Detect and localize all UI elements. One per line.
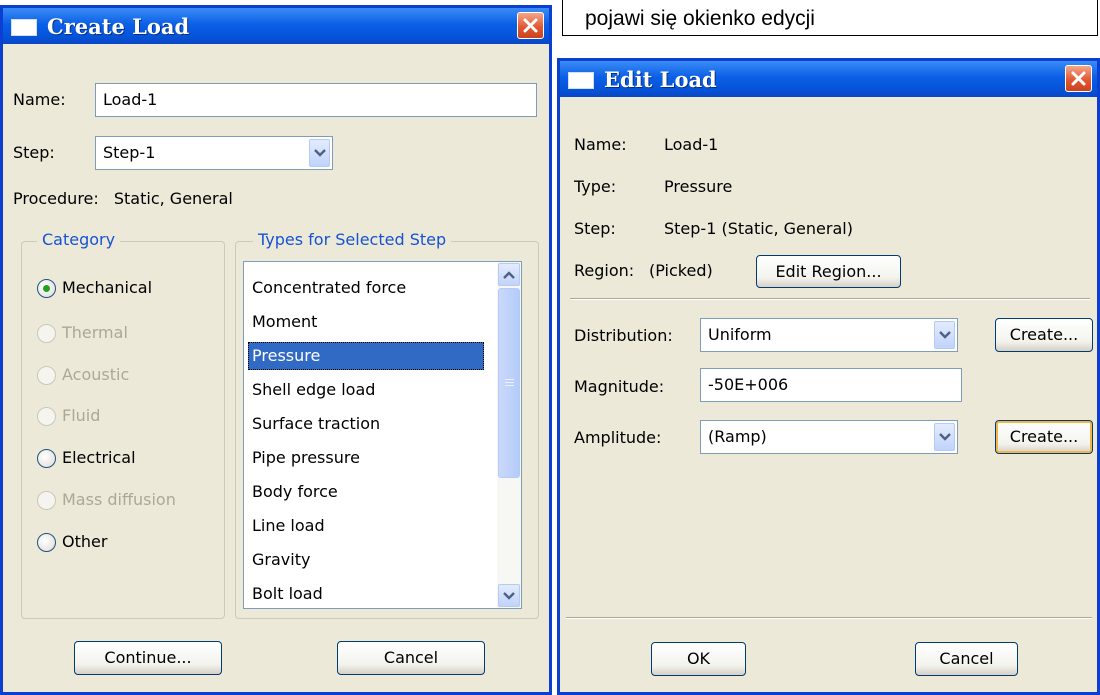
scroll-up-button[interactable]	[498, 263, 520, 286]
radio-button	[37, 324, 56, 343]
chevron-down-icon	[314, 149, 326, 157]
magnitude-input[interactable]: -50E+006	[700, 368, 962, 402]
window-icon	[568, 72, 594, 89]
step-select[interactable]: Step-1	[95, 136, 333, 170]
create-cancel-button[interactable]: Cancel	[337, 641, 485, 675]
edit-type-label: Type:	[574, 177, 617, 196]
edit-name-label: Name:	[574, 135, 627, 154]
edit-region-label: Region:	[574, 261, 635, 280]
category-option-label: Thermal	[62, 323, 128, 342]
distribution-select-value: Uniform	[708, 325, 772, 344]
category-option-label: Fluid	[62, 406, 101, 425]
list-item[interactable]: Bolt load	[248, 580, 484, 608]
edit-load-bottom-separator	[566, 617, 1092, 619]
chevron-down-icon	[939, 433, 951, 441]
name-label: Name:	[13, 90, 66, 109]
scroll-down-button[interactable]	[498, 584, 520, 607]
edit-load-titlebar[interactable]: Edit Load	[560, 61, 1097, 97]
radio-button	[37, 366, 56, 385]
edit-load-dialog: Edit Load Name: Load-1 Type: Pressure St…	[557, 58, 1100, 695]
list-item[interactable]: Pressure	[248, 342, 484, 370]
edit-load-close-button[interactable]	[1065, 65, 1092, 92]
list-item[interactable]: Pipe pressure	[248, 444, 484, 472]
chevron-down-icon	[503, 592, 515, 600]
category-option-label: Electrical	[62, 448, 136, 467]
create-load-titlebar[interactable]: Create Load	[3, 8, 549, 44]
amplitude-dropdown-button[interactable]	[934, 423, 955, 451]
scroll-thumb[interactable]	[498, 288, 520, 478]
radio-button	[37, 491, 56, 510]
procedure-label: Procedure: Static, General	[13, 189, 233, 208]
procedure-label-text: Procedure:	[13, 189, 99, 208]
chevron-up-icon	[503, 271, 515, 279]
radio-button	[37, 407, 56, 426]
distribution-select[interactable]: Uniform	[700, 318, 958, 352]
edit-load-separator	[570, 298, 1090, 300]
edit-region-button[interactable]: Edit Region...	[756, 255, 901, 288]
chevron-down-icon	[939, 331, 951, 339]
category-group: Category	[21, 230, 225, 619]
amplitude-create-button[interactable]: Create...	[995, 420, 1093, 454]
edit-type-value: Pressure	[664, 177, 733, 196]
create-load-dialog: Create Load Name: Load-1 Step: Step-1 Pr…	[0, 5, 552, 695]
category-option-label: Acoustic	[62, 365, 130, 384]
step-dropdown-button[interactable]	[309, 139, 330, 167]
close-icon	[1071, 71, 1086, 86]
continue-button[interactable]: Continue...	[74, 641, 222, 675]
edit-region-value: (Picked)	[649, 261, 713, 280]
magnitude-label: Magnitude:	[574, 377, 665, 396]
ok-button[interactable]: OK	[651, 642, 746, 676]
procedure-value: Static, General	[113, 189, 233, 208]
amplitude-label: Amplitude:	[574, 428, 662, 447]
distribution-create-button[interactable]: Create...	[995, 318, 1093, 352]
edit-load-title: Edit Load	[604, 67, 717, 92]
close-icon	[523, 18, 538, 33]
amplitude-select[interactable]: (Ramp)	[700, 420, 958, 454]
category-group-title: Category	[37, 230, 121, 249]
amplitude-select-value: (Ramp)	[708, 427, 767, 446]
list-item[interactable]: Moment	[248, 308, 484, 336]
list-item[interactable]: Shell edge load	[248, 376, 484, 404]
types-scrollbar[interactable]	[497, 262, 521, 608]
radio-button[interactable]	[37, 279, 56, 298]
edit-name-value: Load-1	[664, 135, 719, 154]
category-option-label: Mass diffusion	[62, 490, 176, 509]
step-label: Step:	[13, 143, 55, 162]
edit-step-label: Step:	[574, 219, 616, 238]
types-listbox[interactable]: Concentrated force Moment Pressure Shell ed…	[243, 261, 522, 609]
radio-button[interactable]	[37, 533, 56, 552]
list-item[interactable]: Surface traction	[248, 410, 484, 438]
types-group-title: Types for Selected Step	[253, 230, 452, 249]
list-item[interactable]: Gravity	[248, 546, 484, 574]
edit-cancel-button[interactable]: Cancel	[915, 642, 1018, 676]
list-item[interactable]: Line load	[248, 512, 484, 540]
list-item[interactable]: Concentrated force	[248, 274, 484, 302]
instruction-caption: pojawi się okienko edycji	[562, 0, 1098, 36]
category-option-label: Other	[62, 532, 108, 551]
create-load-title: Create Load	[47, 14, 190, 39]
edit-step-value: Step-1 (Static, General)	[664, 219, 853, 238]
list-item[interactable]: Body force	[248, 478, 484, 506]
create-load-close-button[interactable]	[517, 12, 544, 39]
window-icon	[11, 19, 37, 36]
name-input[interactable]: Load-1	[95, 83, 537, 117]
radio-button[interactable]	[37, 449, 56, 468]
distribution-label: Distribution:	[574, 326, 673, 345]
step-select-value: Step-1	[103, 143, 156, 162]
distribution-dropdown-button[interactable]	[934, 321, 955, 349]
category-option-label: Mechanical	[62, 278, 153, 297]
